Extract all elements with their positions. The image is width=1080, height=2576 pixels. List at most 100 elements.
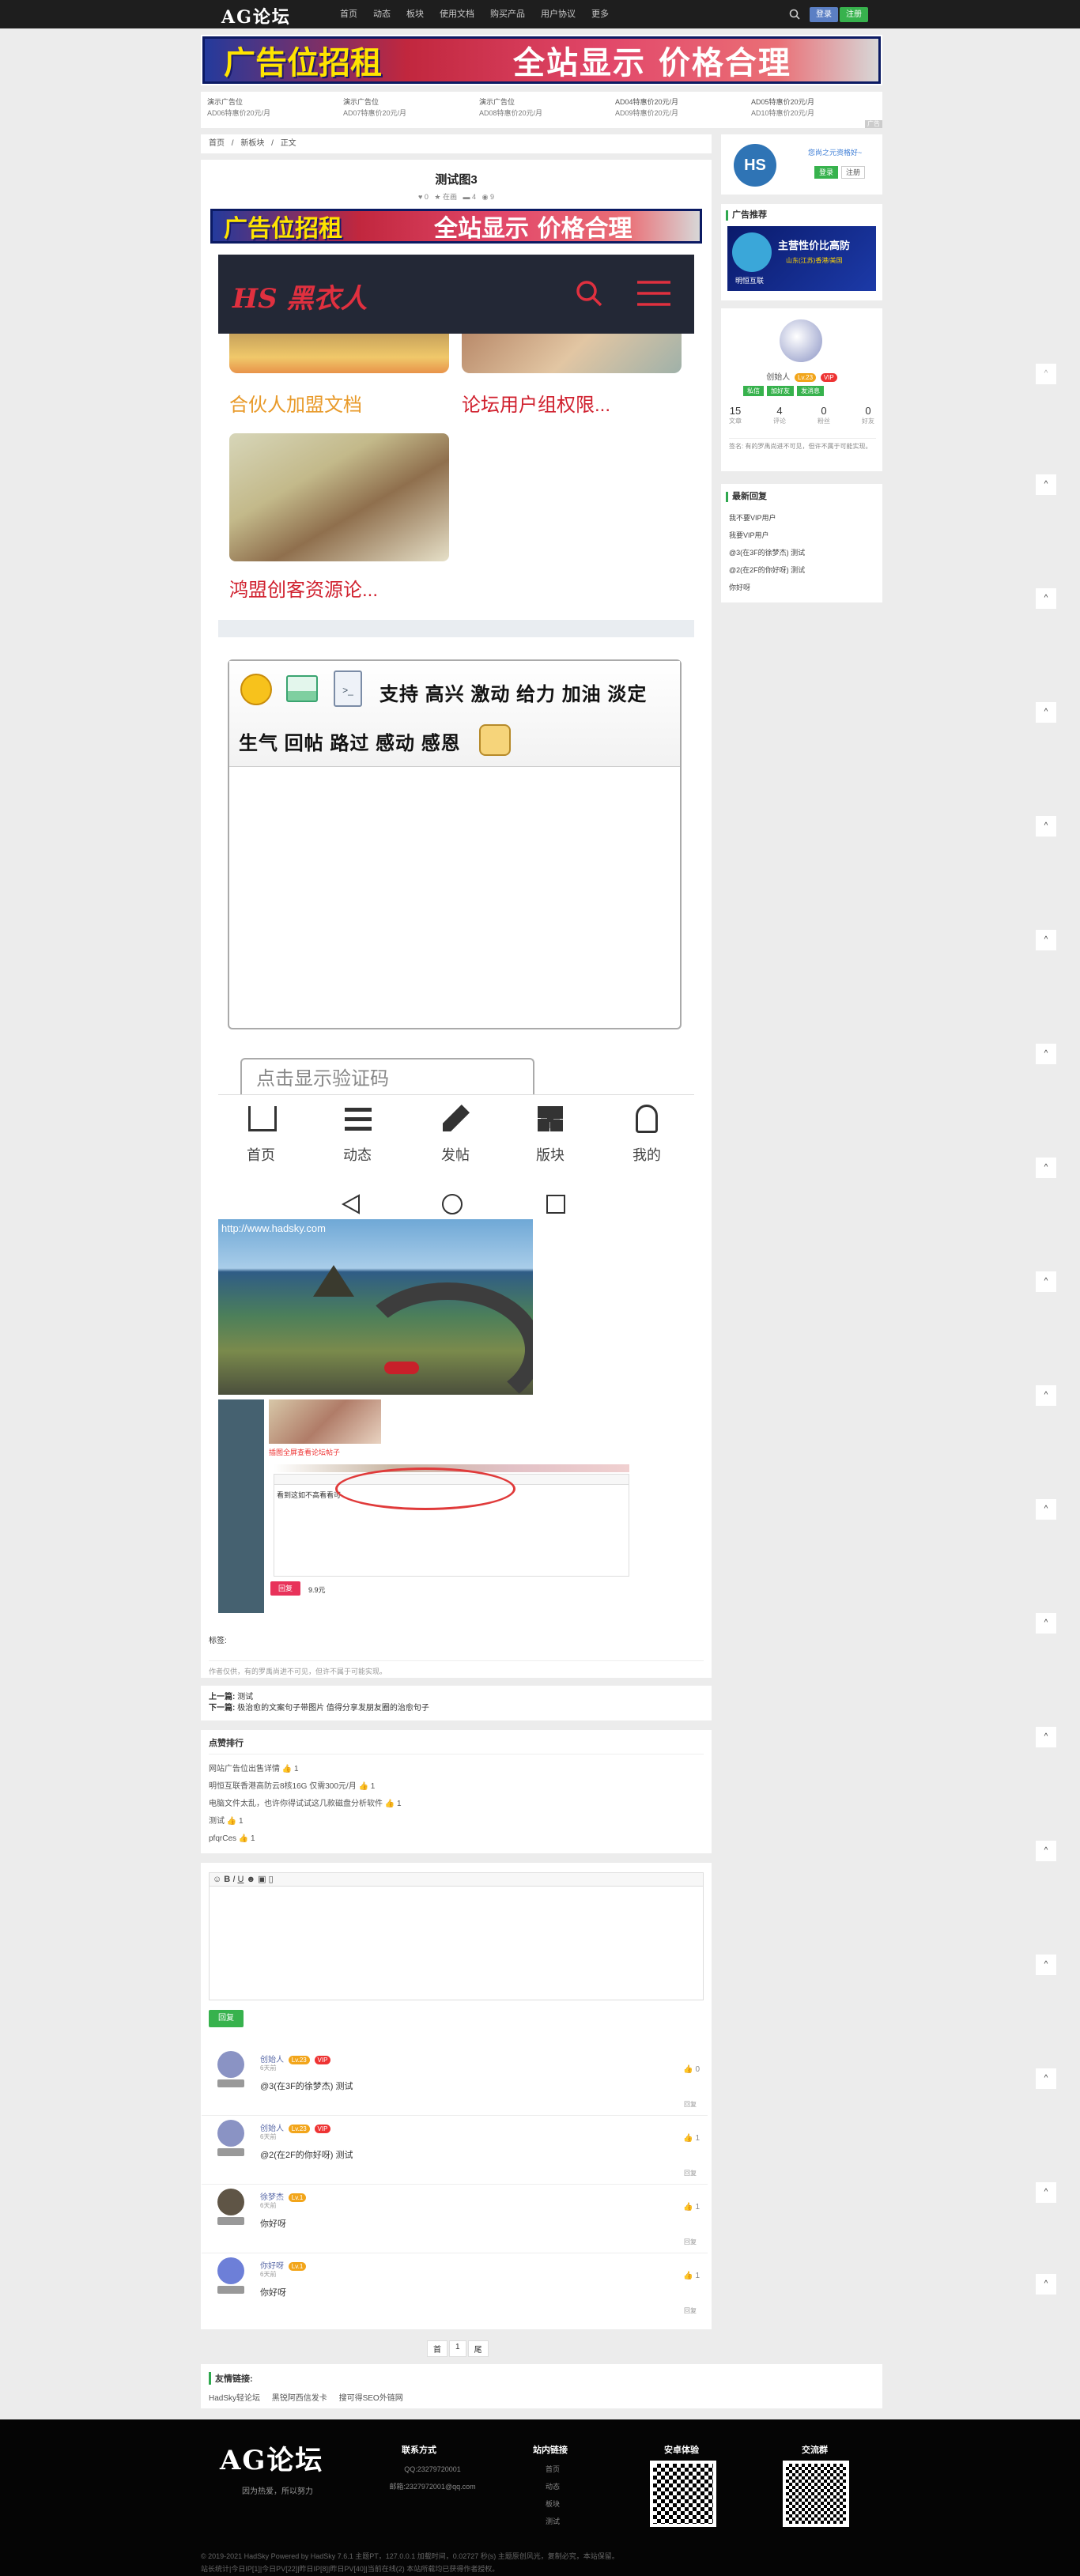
smile-icon[interactable]: ☺ xyxy=(213,1875,221,1884)
back-to-top-button[interactable]: ^ xyxy=(1036,1841,1056,1861)
ad-cell-4[interactable]: AD04特惠价20元/月 AD09特惠价20元/月 xyxy=(615,96,678,119)
top-ad-banner[interactable]: 广告位招租 全站显示 价格合理 xyxy=(202,36,881,84)
next-post[interactable]: 下一篇: 极治愈的文案句子带图片 值得分享发朋友圈的治愈句子 xyxy=(209,1703,704,1714)
login-button[interactable]: 登录 xyxy=(810,7,838,22)
reply-action[interactable]: 回复 xyxy=(684,2306,697,2315)
emoji-tag[interactable]: 高兴 xyxy=(425,684,465,705)
emoji-tag[interactable]: 路过 xyxy=(330,733,369,754)
emoji-tag[interactable]: 给力 xyxy=(516,684,556,705)
footer-email[interactable]: 邮箱:2327972001@qq.com xyxy=(389,2478,476,2495)
avatar[interactable] xyxy=(217,2189,244,2215)
recent-reply-item[interactable]: 你好呀 xyxy=(729,579,805,596)
add-friend-button[interactable]: 加好友 xyxy=(767,386,794,396)
page-first[interactable]: 首 xyxy=(427,2340,447,2357)
back-to-top-button[interactable]: ^ xyxy=(1036,1044,1056,1064)
user-stat[interactable]: 4 评论 xyxy=(773,405,786,425)
recent-reply-item[interactable]: @3(在3F的徐梦杰) 测试 xyxy=(729,544,805,561)
post-ad-banner[interactable]: 广告位招租 全站显示 价格合理 xyxy=(210,209,702,244)
back-to-top-button[interactable]: ^ xyxy=(1036,1271,1056,1292)
sidebar-login-button[interactable]: 登录 xyxy=(814,166,838,179)
reply-likes[interactable]: 👍 1 xyxy=(683,2272,700,2280)
hot-item[interactable]: 测试 👍 1 xyxy=(209,1813,704,1830)
ad-cell-2[interactable]: 演示广告位 AD07特惠价20元/月 xyxy=(343,96,406,119)
hot-item[interactable]: 网站广告位出售详情 👍 1 xyxy=(209,1761,704,1778)
friend-link[interactable]: 黑锐阿西信发卡 xyxy=(272,2394,327,2403)
friend-link[interactable]: HadSky轻论坛 xyxy=(209,2394,260,2403)
breadcrumb-home[interactable]: 首页 xyxy=(209,139,225,148)
reply-action[interactable]: 回复 xyxy=(684,2238,697,2246)
back-to-top-button[interactable]: ^ xyxy=(1036,2182,1056,2203)
back-to-top-button[interactable]: ^ xyxy=(1036,1385,1056,1406)
prev-post[interactable]: 上一篇: 测试 xyxy=(209,1692,704,1703)
reply-submit-button[interactable]: 回复 xyxy=(209,2010,244,2027)
site-logo[interactable]: AG论坛 xyxy=(221,3,291,28)
heart-icon[interactable]: ♥ xyxy=(418,193,422,201)
back-to-top-button[interactable]: ^ xyxy=(1036,1158,1056,1178)
footer-link[interactable]: 动态 xyxy=(533,2478,572,2495)
recent-reply-item[interactable]: 我要VIP用户 xyxy=(729,527,805,544)
nav-docs[interactable]: 使用文档 xyxy=(432,0,482,28)
reply-editor-textarea[interactable] xyxy=(209,1887,704,2000)
message-button[interactable]: 私信 xyxy=(743,386,764,396)
breadcrumb-board[interactable]: 新板块 xyxy=(240,139,264,148)
back-to-top-button[interactable]: ^ xyxy=(1036,1499,1056,1520)
ad-cell-5[interactable]: AD05特惠价20元/月 AD10特惠价20元/月 xyxy=(751,96,814,119)
user-name[interactable]: 创始人 xyxy=(766,373,790,382)
avatar[interactable] xyxy=(217,2051,244,2078)
back-to-top-button[interactable]: ^ xyxy=(1036,2068,1056,2089)
search-icon[interactable] xyxy=(789,9,800,20)
page-current[interactable]: 1 xyxy=(449,2340,466,2357)
file-icon[interactable]: ▯ xyxy=(269,1875,274,1884)
ad-cell-3[interactable]: 演示广告位 AD08特惠价20元/月 xyxy=(479,96,542,119)
back-to-top-button[interactable]: ^ xyxy=(1036,2274,1056,2295)
avatar[interactable] xyxy=(217,2257,244,2284)
back-to-top-button[interactable]: ^ xyxy=(1036,474,1056,495)
back-to-top-button[interactable]: ^ xyxy=(1036,364,1056,384)
emoji-tag[interactable]: 回帖 xyxy=(285,733,324,754)
emoji-tag[interactable]: 感动 xyxy=(376,733,415,754)
back-to-top-button[interactable]: ^ xyxy=(1036,1613,1056,1634)
back-to-top-button[interactable]: ^ xyxy=(1036,1727,1056,1747)
emoji-tag[interactable]: 支持 xyxy=(380,684,419,705)
back-to-top-button[interactable]: ^ xyxy=(1036,702,1056,723)
sidebar-ad-image[interactable]: 主营性价比高防 山东(江苏)香港/美国 明恒互联 xyxy=(727,226,876,291)
reply-likes[interactable]: 👍 0 xyxy=(683,2065,700,2074)
user-stat[interactable]: 0 粉丝 xyxy=(818,405,830,425)
reply-action[interactable]: 回复 xyxy=(684,2100,697,2109)
user-stat[interactable]: 15 文章 xyxy=(729,405,742,425)
star-icon[interactable]: ★ xyxy=(434,193,440,201)
ad-cell-1[interactable]: 演示广告位 AD06特惠价20元/月 xyxy=(207,96,270,119)
footer-link[interactable]: 测试 xyxy=(533,2513,572,2530)
bold-icon[interactable]: B xyxy=(224,1875,230,1884)
emoji-tag[interactable]: 生气 xyxy=(239,733,278,754)
emoji-tag[interactable]: 激动 xyxy=(470,684,510,705)
emoji-tag[interactable]: 加油 xyxy=(562,684,602,705)
hot-item[interactable]: 电脑文件太乱，也许你得试试这几款磁盘分析软件 👍 1 xyxy=(209,1796,704,1813)
send-message-button[interactable]: 发消息 xyxy=(797,386,824,396)
back-to-top-button[interactable]: ^ xyxy=(1036,1955,1056,1975)
emoji-tag[interactable]: 感恩 xyxy=(421,733,461,754)
user-avatar[interactable] xyxy=(780,319,822,362)
emoji-icon[interactable]: ☻ xyxy=(246,1875,255,1884)
register-button[interactable]: 注册 xyxy=(840,7,868,22)
reply-action[interactable]: 回复 xyxy=(684,2169,697,2178)
nav-boards[interactable]: 板块 xyxy=(398,0,432,28)
page-last[interactable]: 尾 xyxy=(467,2340,489,2357)
recent-reply-item[interactable]: @2(在2F的你好呀) 测试 xyxy=(729,561,805,579)
nav-agreement[interactable]: 用户协议 xyxy=(533,0,583,28)
back-to-top-button[interactable]: ^ xyxy=(1036,588,1056,609)
sidebar-register-button[interactable]: 注册 xyxy=(841,166,865,179)
hot-item[interactable]: pfqrCes 👍 1 xyxy=(209,1830,704,1848)
footer-link[interactable]: 首页 xyxy=(533,2461,572,2478)
image-icon[interactable]: ▣ xyxy=(258,1875,266,1884)
reply-likes[interactable]: 👍 1 xyxy=(683,2134,700,2143)
back-to-top-button[interactable]: ^ xyxy=(1036,816,1056,837)
emoji-tag[interactable]: 淡定 xyxy=(607,684,647,705)
nav-more[interactable]: 更多 ▾ xyxy=(583,0,617,47)
next-title[interactable]: 极治愈的文案句子带图片 值得分享发朋友圈的治愈句子 xyxy=(237,1704,429,1713)
nav-buy[interactable]: 购买产品 xyxy=(482,0,533,28)
hot-item[interactable]: 明恒互联香港高防云8核16G 仅需300元/月 👍 1 xyxy=(209,1778,704,1796)
underline-icon[interactable]: U xyxy=(237,1875,244,1884)
nav-home[interactable]: 首页 xyxy=(332,0,365,28)
back-to-top-button[interactable]: ^ xyxy=(1036,930,1056,950)
